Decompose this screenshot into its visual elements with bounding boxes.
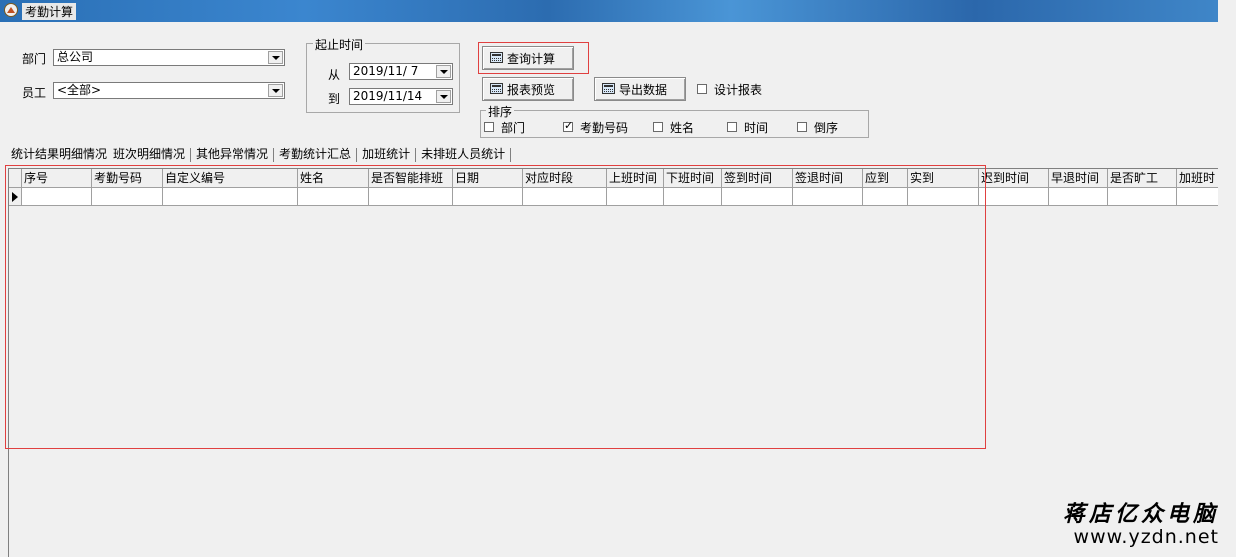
sort-desc-checkbox[interactable] — [797, 122, 807, 132]
dept-select[interactable]: 总公司 — [53, 49, 285, 66]
tab-stat-result-detail[interactable]: 统计结果明细情况 — [8, 144, 110, 163]
from-label: 从 — [328, 68, 341, 82]
title-bar: 考勤计算 — [0, 0, 1218, 22]
sort-dept-label: 部门 — [501, 121, 526, 135]
grid-cell[interactable] — [1108, 188, 1177, 206]
chevron-down-icon[interactable] — [436, 65, 451, 78]
tab-divider — [356, 147, 358, 162]
tab-shift-detail[interactable]: 班次明细情况 — [110, 144, 189, 163]
highlight-box-grid — [5, 165, 986, 449]
to-label: 到 — [328, 92, 341, 106]
tab-divider — [273, 147, 275, 162]
sort-name-label: 姓名 — [670, 121, 695, 135]
design-report-checkbox[interactable] — [697, 84, 707, 94]
report-icon — [490, 83, 503, 94]
tab-other-exceptions[interactable]: 其他异常情况 — [193, 144, 271, 163]
grid-cell[interactable] — [1177, 188, 1218, 206]
grid-cell[interactable] — [979, 188, 1049, 206]
sort-attendance-no-label: 考勤号码 — [580, 121, 629, 135]
window-title: 考勤计算 — [22, 3, 77, 20]
from-date-value: 2019/11/ 7 — [353, 64, 419, 78]
export-icon — [602, 83, 615, 94]
tab-strip: 统计结果明细情况 班次明细情况 其他异常情况 考勤统计汇总 加班统计 未排班人员统计 — [8, 144, 513, 163]
tab-unscheduled-staff[interactable]: 未排班人员统计 — [418, 144, 508, 163]
date-range-title: 起止时间 — [313, 36, 366, 53]
watermark-title: 蒋店亿众电脑 — [1062, 501, 1219, 527]
app-icon — [4, 3, 18, 17]
col-header[interactable]: 迟到时间 — [979, 169, 1049, 188]
design-report-label: 设计报表 — [714, 83, 763, 97]
to-date-picker[interactable]: 2019/11/14 — [349, 88, 453, 105]
sort-name-checkbox[interactable] — [653, 122, 663, 132]
sort-title: 排序 — [486, 103, 515, 120]
export-data-label: 导出数据 — [619, 83, 668, 97]
report-preview-label: 报表预览 — [507, 83, 556, 97]
watermark-url: www.yzdn.net — [1073, 526, 1219, 548]
col-header[interactable]: 加班时 — [1177, 169, 1218, 188]
chevron-down-icon[interactable] — [268, 84, 283, 97]
sort-time-label: 时间 — [744, 121, 769, 135]
employee-label: 员工 — [22, 86, 47, 100]
employee-value: <全部> — [57, 83, 102, 97]
grid-cell[interactable] — [1049, 188, 1108, 206]
dept-label: 部门 — [22, 52, 47, 66]
tab-overtime-stats[interactable]: 加班统计 — [359, 144, 413, 163]
tab-attendance-summary[interactable]: 考勤统计汇总 — [276, 144, 354, 163]
to-date-value: 2019/11/14 — [353, 89, 423, 103]
export-data-button[interactable]: 导出数据 — [594, 77, 686, 101]
tab-divider — [190, 147, 192, 162]
employee-select[interactable]: <全部> — [53, 82, 285, 99]
sort-dept-checkbox[interactable] — [484, 122, 494, 132]
col-header[interactable]: 早退时间 — [1049, 169, 1108, 188]
sort-time-checkbox[interactable] — [727, 122, 737, 132]
chevron-down-icon[interactable] — [268, 51, 283, 64]
sort-desc-label: 倒序 — [814, 121, 839, 135]
tab-divider — [510, 147, 512, 162]
highlight-box-query — [478, 42, 589, 74]
report-preview-button[interactable]: 报表预览 — [482, 77, 574, 101]
dept-value: 总公司 — [57, 50, 94, 64]
from-date-picker[interactable]: 2019/11/ 7 — [349, 63, 453, 80]
col-header[interactable]: 是否旷工 — [1108, 169, 1177, 188]
tab-divider — [415, 147, 417, 162]
chevron-down-icon[interactable] — [436, 90, 451, 103]
sort-attendance-no-checkbox[interactable] — [563, 119, 573, 132]
